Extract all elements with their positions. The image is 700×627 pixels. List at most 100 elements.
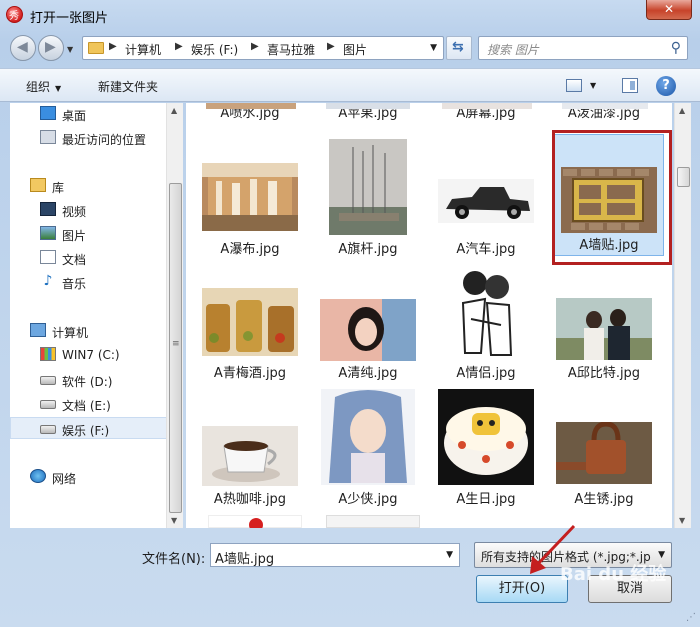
wall-sticker-thumbnail bbox=[561, 167, 657, 233]
file-tile[interactable]: A青梅酒.jpg bbox=[196, 263, 304, 383]
breadcrumb-drive-f[interactable]: 娱乐 (F:) bbox=[191, 41, 238, 58]
file-list-scrollbar[interactable]: ▲ ▼ bbox=[674, 103, 691, 528]
sidebar-item-drive-d[interactable]: 软件 (D:) bbox=[10, 369, 170, 391]
breadcrumb-pictures[interactable]: 图片 bbox=[343, 41, 367, 58]
navigation-scrollbar[interactable]: ▲ ▼ bbox=[166, 103, 183, 528]
file-name: A热咖啡.jpg bbox=[213, 492, 287, 507]
file-tile[interactable]: A情侣.jpg bbox=[432, 263, 540, 383]
file-tile[interactable]: A生锈.jpg bbox=[550, 389, 658, 509]
search-placeholder: 搜索 图片 bbox=[487, 43, 539, 57]
title-bar: 打开一张图片 bbox=[0, 0, 700, 30]
file-tile[interactable]: A少侠.jpg bbox=[314, 389, 422, 509]
sidebar-item-drive-c[interactable]: WIN7 (C:) bbox=[10, 344, 170, 366]
chevron-down-icon: ▼ bbox=[55, 84, 62, 93]
birthday-cake-thumbnail bbox=[438, 389, 534, 485]
scroll-up-icon[interactable]: ▲ bbox=[171, 106, 177, 115]
sidebar-item-computer[interactable]: 计算机 bbox=[10, 320, 170, 342]
sidebar-item-label: 文档 bbox=[62, 253, 87, 267]
breadcrumb-separator[interactable]: ▶ bbox=[109, 41, 117, 52]
sidebar-item-libraries[interactable]: 库 bbox=[10, 175, 170, 197]
scrollbar-thumb[interactable] bbox=[169, 183, 182, 513]
file-name: A青梅酒.jpg bbox=[213, 366, 287, 381]
file-tile[interactable]: A瀑布.jpg bbox=[196, 139, 304, 259]
cupid-couple-thumbnail bbox=[556, 298, 652, 360]
scroll-down-icon[interactable]: ▼ bbox=[679, 516, 685, 525]
change-view-icon[interactable] bbox=[566, 79, 582, 92]
sidebar-item-videos[interactable]: 视频 bbox=[10, 199, 170, 221]
sidebar-item-label: 娱乐 (F:) bbox=[62, 424, 110, 438]
file-tile[interactable]: A热咖啡.jpg bbox=[196, 389, 304, 509]
file-name: A生日.jpg bbox=[456, 492, 516, 507]
breadcrumb-separator[interactable]: ▶ bbox=[175, 41, 183, 52]
app-logo-icon bbox=[6, 6, 23, 23]
sidebar-item-drive-e[interactable]: 文档 (E:) bbox=[10, 393, 170, 415]
sidebar-item-label: 网络 bbox=[52, 472, 77, 486]
sidebar-item-music[interactable]: ♪ 音乐 bbox=[10, 271, 170, 293]
young-hero-thumbnail bbox=[321, 389, 415, 485]
flagpole-thumbnail bbox=[329, 139, 407, 235]
window-title: 打开一张图片 bbox=[30, 11, 109, 26]
search-input[interactable]: 搜索 图片 ⚲ bbox=[478, 36, 688, 60]
sidebar-item-recent-places[interactable]: 最近访问的位置 bbox=[10, 127, 170, 149]
network-icon bbox=[30, 469, 46, 483]
breadcrumb-himalaya[interactable]: 喜马拉雅 bbox=[267, 41, 315, 58]
music-icon: ♪ bbox=[43, 273, 53, 289]
sidebar-item-documents[interactable]: 文档 bbox=[10, 247, 170, 269]
sidebar-item-label: WIN7 (C:) bbox=[62, 348, 120, 362]
cancel-button[interactable]: 取消 bbox=[588, 575, 672, 603]
sidebar-item-desktop[interactable]: 桌面 bbox=[10, 103, 170, 125]
sidebar-item-label: 视频 bbox=[62, 205, 87, 219]
preview-pane-icon[interactable] bbox=[622, 78, 638, 93]
file-tile[interactable]: A清纯.jpg bbox=[314, 263, 422, 383]
breadcrumb-separator[interactable]: ▶ bbox=[251, 41, 259, 52]
file-tile-selected[interactable]: A墙贴.jpg bbox=[554, 134, 664, 256]
file-tile[interactable]: A生日.jpg bbox=[432, 389, 540, 509]
chevron-down-icon[interactable]: ▼ bbox=[430, 43, 437, 53]
forward-button[interactable]: ▶ bbox=[38, 35, 64, 61]
file-name: A邱比特.jpg bbox=[567, 366, 641, 381]
organize-menu[interactable]: 组织 ▼ bbox=[26, 78, 61, 95]
new-folder-button[interactable]: 新建文件夹 bbox=[98, 78, 158, 95]
file-tile[interactable]: A汽车.jpg bbox=[432, 139, 540, 259]
folder-icon bbox=[88, 42, 104, 54]
file-tile[interactable]: A邱比特.jpg bbox=[550, 263, 658, 383]
file-type-select[interactable]: 所有支持的图片格式 (*.jpg;*.jp ▼ bbox=[474, 542, 672, 568]
resize-grip-icon[interactable]: ⋰ bbox=[686, 612, 696, 623]
recent-pages-dropdown[interactable]: ▼ bbox=[67, 45, 73, 54]
organize-label: 组织 bbox=[26, 80, 51, 94]
chevron-down-icon[interactable]: ▼ bbox=[590, 81, 596, 90]
sidebar-item-label: 文档 (E:) bbox=[62, 399, 111, 413]
close-button[interactable] bbox=[646, 0, 692, 20]
sidebar-item-drive-f[interactable]: 娱乐 (F:) bbox=[10, 417, 170, 439]
image-thumbnail bbox=[326, 103, 410, 109]
car-thumbnail bbox=[438, 179, 534, 223]
navigation-pane: 桌面 最近访问的位置 库 视频 图片 文档 ♪ 音乐 计算机 WIN7 (C:)… bbox=[10, 103, 182, 528]
waterfall-thumbnail bbox=[202, 163, 298, 231]
back-button[interactable]: ◀ bbox=[10, 35, 36, 61]
filename-field[interactable]: A墙贴.jpg ▼ bbox=[210, 543, 460, 567]
library-icon bbox=[30, 178, 46, 192]
scroll-up-icon[interactable]: ▲ bbox=[679, 106, 685, 115]
breadcrumb-separator[interactable]: ▶ bbox=[327, 41, 335, 52]
file-list: A喷水.jpg A苹果.jpg A屏幕.jpg A泼油漆.jpg A瀑布.jpg bbox=[186, 103, 672, 528]
scroll-down-icon[interactable]: ▼ bbox=[171, 516, 177, 525]
sidebar-item-pictures[interactable]: 图片 bbox=[10, 223, 170, 245]
sidebar-item-network[interactable]: 网络 bbox=[10, 466, 170, 488]
open-button[interactable]: 打开(O) bbox=[476, 575, 568, 603]
image-thumbnail bbox=[206, 103, 296, 109]
file-name: A瀑布.jpg bbox=[220, 242, 280, 257]
help-icon[interactable]: ? bbox=[656, 76, 676, 96]
chevron-down-icon[interactable]: ▼ bbox=[446, 550, 453, 560]
sidebar-item-label: 软件 (D:) bbox=[62, 375, 113, 389]
file-tile[interactable]: A旗杆.jpg bbox=[314, 139, 422, 259]
search-icon[interactable]: ⚲ bbox=[671, 40, 681, 56]
sidebar-item-label: 音乐 bbox=[62, 277, 87, 291]
scrollbar-thumb[interactable] bbox=[677, 167, 690, 187]
breadcrumb-computer[interactable]: 计算机 bbox=[125, 41, 161, 58]
filename-label: 文件名(N): bbox=[142, 552, 206, 567]
address-bar[interactable]: ▶ 计算机 ▶ 娱乐 (F:) ▶ 喜马拉雅 ▶ 图片 ▼ bbox=[82, 36, 444, 60]
couple-sketch-thumbnail bbox=[451, 263, 521, 359]
hot-coffee-thumbnail bbox=[202, 426, 298, 486]
refresh-button[interactable]: ⇆ bbox=[446, 36, 472, 60]
documents-icon bbox=[40, 250, 56, 264]
